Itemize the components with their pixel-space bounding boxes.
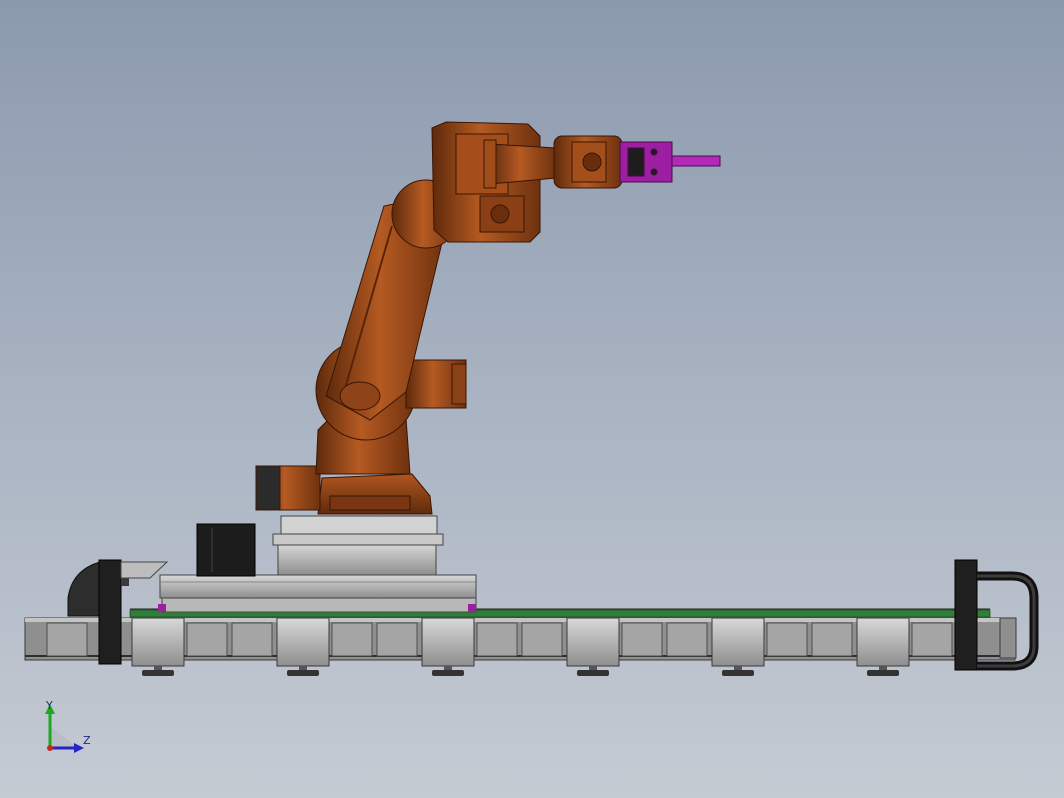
- carriage-upper-plate: [159, 574, 477, 599]
- carriage-lower-plate: [161, 597, 477, 613]
- cad-viewport[interactable]: Y Z: [0, 0, 1064, 798]
- gripper-end-effector[interactable]: [619, 141, 721, 183]
- robot-pedestal-lower: [277, 543, 437, 576]
- robot-track-assembly-model[interactable]: [0, 0, 1064, 798]
- support-leg: [566, 617, 620, 676]
- y-axis-label: Y: [46, 699, 53, 712]
- gripper-finger: [671, 155, 721, 167]
- support-leg: [276, 617, 330, 676]
- support-leg: [421, 617, 475, 676]
- support-leg: [711, 617, 765, 676]
- robot-pedestal-flange: [272, 533, 444, 546]
- support-leg: [856, 617, 910, 676]
- z-axis-label: Z: [83, 734, 91, 747]
- industrial-robot-arm[interactable]: [255, 121, 623, 515]
- forearm: [489, 143, 557, 185]
- carriage: [158, 515, 477, 613]
- support-leg: [131, 617, 185, 676]
- triad-plane-icon: [50, 726, 78, 748]
- robot-pedestal-top: [280, 515, 438, 535]
- carriage-motor: [196, 523, 256, 577]
